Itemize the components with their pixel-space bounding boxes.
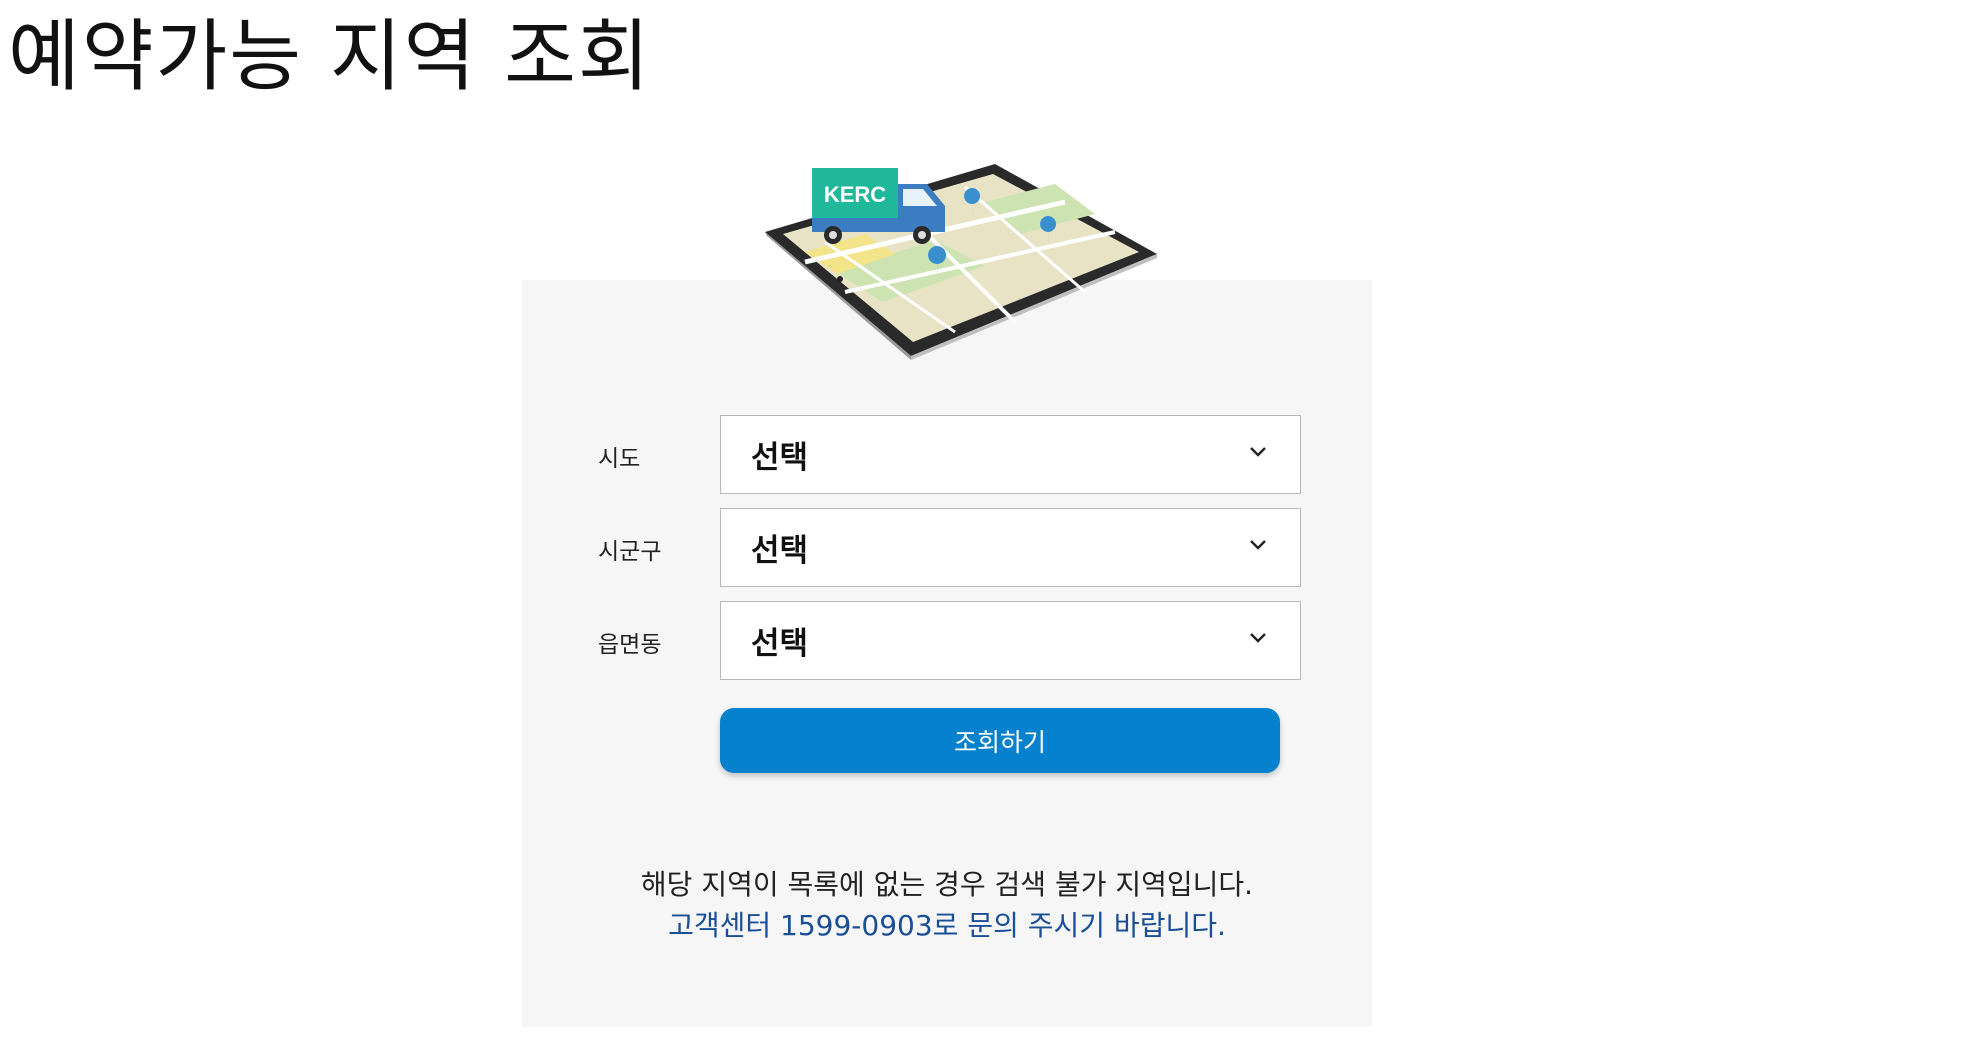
- chevron-down-icon: [1250, 447, 1266, 457]
- tablet-map-truck-illustration: KERC: [765, 164, 1157, 360]
- chevron-down-icon: [1250, 540, 1266, 550]
- chevron-down-icon: [1250, 633, 1266, 643]
- search-button[interactable]: 조회하기: [720, 708, 1280, 773]
- form-row-sido: 시도 선택: [522, 415, 1372, 495]
- truck-label: KERC: [824, 182, 886, 207]
- sigungu-label: 시군구: [598, 539, 662, 565]
- search-panel: 시도 선택 시군구 선택 읍면동 선택 조회하기 해당 지역이 목록에 없는 경…: [522, 280, 1372, 1027]
- eupmyeondong-select[interactable]: 선택: [720, 601, 1301, 680]
- sigungu-select[interactable]: 선택: [720, 508, 1301, 587]
- notice-contact-text: 고객센터 1599-0903로 문의 주시기 바랍니다.: [668, 909, 1226, 942]
- sido-select-value: 선택: [751, 440, 809, 476]
- sido-select[interactable]: 선택: [720, 415, 1301, 494]
- eupmyeondong-label: 읍면동: [598, 632, 662, 658]
- form-row-sigungu: 시군구 선택: [522, 508, 1372, 588]
- form-row-eupmyeondong: 읍면동 선택: [522, 601, 1372, 681]
- sigungu-select-value: 선택: [751, 533, 809, 569]
- page-title: 예약가능 지역 조회: [8, 12, 652, 102]
- sido-label: 시도: [598, 446, 641, 472]
- notice-unavailable-text: 해당 지역이 목록에 없는 경우 검색 불가 지역입니다.: [640, 868, 1254, 901]
- eupmyeondong-select-value: 선택: [751, 626, 809, 662]
